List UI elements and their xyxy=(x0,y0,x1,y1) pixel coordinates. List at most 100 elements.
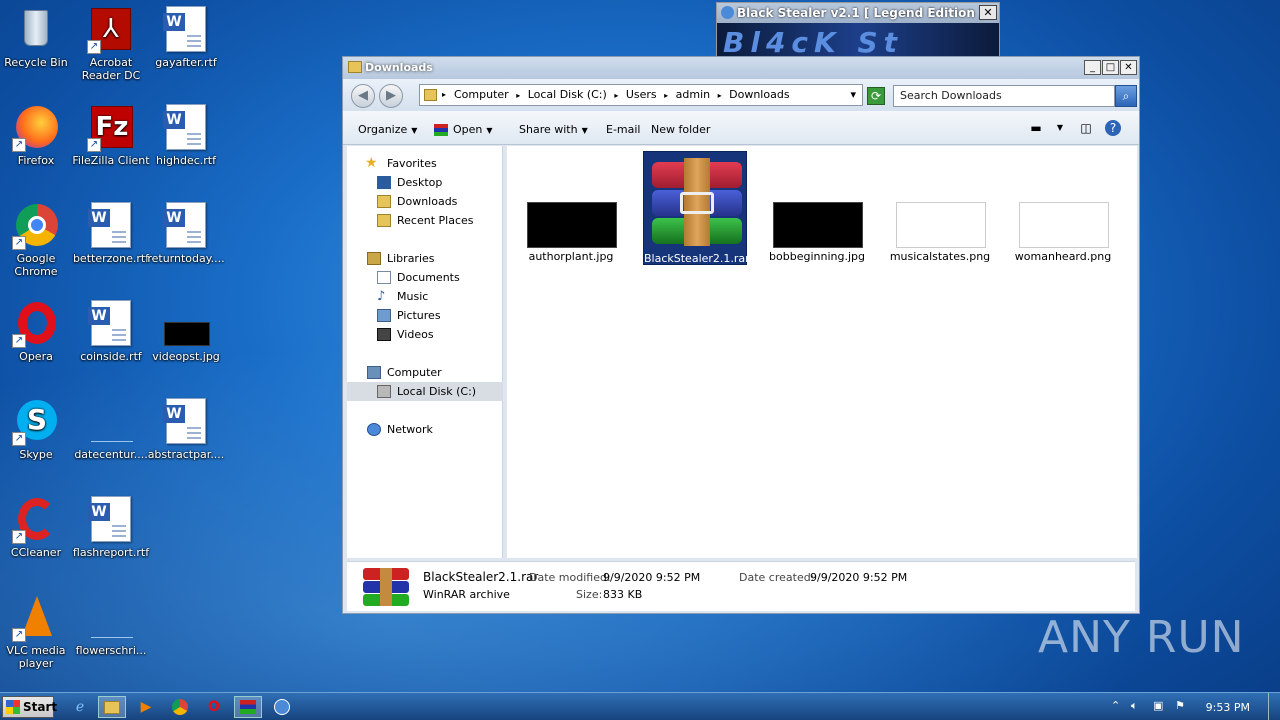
show-hidden-icons-icon[interactable]: ⌃ xyxy=(1111,699,1120,712)
preview-pane-icon[interactable]: ◫ xyxy=(1077,120,1095,136)
close-button[interactable]: ✕ xyxy=(1120,60,1137,75)
datecentur-icon[interactable]: datecentur.... xyxy=(71,398,151,461)
chevron-down-icon: ▼ xyxy=(411,126,418,135)
crumb-users[interactable]: Users xyxy=(626,88,657,101)
chevron-down-icon[interactable]: ▾ xyxy=(850,85,856,105)
volume-icon[interactable]: 🔈︎ xyxy=(1131,699,1138,713)
view-options-icon[interactable]: ▬ xyxy=(1027,120,1045,136)
show-desktop-button[interactable] xyxy=(1268,693,1280,720)
chevron-right-icon[interactable]: ▸ xyxy=(718,91,722,100)
nav-pictures-label: Pictures xyxy=(397,309,441,322)
file-item[interactable]: authorplant.jpg xyxy=(519,150,623,266)
chevron-right-icon[interactable]: ▸ xyxy=(614,91,618,100)
nav-music[interactable]: ♪ Music xyxy=(347,287,503,306)
nav-local-disk[interactable]: Local Disk (C:) xyxy=(347,382,503,401)
new-folder-button[interactable]: New folder xyxy=(651,123,710,136)
vlc-icon[interactable]: ↗ VLC media player xyxy=(0,594,76,670)
start-button[interactable]: Start xyxy=(2,696,57,718)
address-bar[interactable]: ▸ Computer ▸ Local Disk (C:) ▸ Users ▸ a… xyxy=(419,84,863,106)
opera-taskbar-icon[interactable]: O xyxy=(200,696,228,718)
minimize-button[interactable]: _ xyxy=(1084,60,1101,75)
search-icon[interactable]: ⌕ xyxy=(1115,85,1137,107)
size-value: 833 KB xyxy=(603,588,643,601)
flashreport-rtf-icon[interactable]: W flashreport.rtf xyxy=(71,496,151,559)
nav-network[interactable]: Network xyxy=(347,420,503,439)
nav-computer-label: Computer xyxy=(387,366,442,379)
chrome-icon[interactable]: ↗ Google Chrome xyxy=(0,202,76,278)
search-input[interactable]: Search Downloads xyxy=(893,85,1115,107)
black-stealer-titlebar[interactable]: Black Stealer v2.1 [ Legend Edition ] ✕ xyxy=(717,3,999,23)
network-tray-icon[interactable]: ▣ xyxy=(1153,699,1163,712)
returntoday-icon[interactable]: W returntoday.... xyxy=(146,202,226,265)
share-with-button[interactable]: Share with ▼ xyxy=(519,123,588,136)
crumb-computer[interactable]: Computer xyxy=(454,88,509,101)
address-row: ◀ ▶ ▸ Computer ▸ Local Disk (C:) ▸ Users… xyxy=(343,79,1139,111)
vlc-label: VLC media player xyxy=(6,644,66,670)
file-item[interactable]: bobbeginning.jpg xyxy=(765,150,869,266)
flowerschri-icon[interactable]: flowerschri... xyxy=(71,594,151,657)
file-item-selected[interactable]: BlackStealer2.1.rar xyxy=(643,151,750,265)
abstractpar-icon[interactable]: W abstractpar.... xyxy=(146,398,226,461)
nav-recent-places[interactable]: Recent Places xyxy=(347,211,503,230)
acrobat-reader-icon[interactable]: ⅄ ↗ Acrobat Reader DC xyxy=(71,6,151,82)
nav-computer[interactable]: Computer xyxy=(347,363,503,382)
winrar-icon xyxy=(434,124,448,136)
file-item[interactable]: musicalstates.png xyxy=(888,150,992,266)
explorer-taskbar-icon[interactable] xyxy=(98,696,126,718)
nav-documents[interactable]: Documents xyxy=(347,268,503,287)
chrome-taskbar-icon[interactable] xyxy=(166,696,194,718)
nav-downloads[interactable]: Downloads xyxy=(347,192,503,211)
betterzone-rtf-icon[interactable]: W betterzone.rtf xyxy=(71,202,151,265)
crumb-local-disk[interactable]: Local Disk (C:) xyxy=(528,88,607,101)
crumb-downloads[interactable]: Downloads xyxy=(729,88,789,101)
help-icon[interactable]: ? xyxy=(1105,120,1121,136)
media-player-icon[interactable]: ▶ xyxy=(132,696,160,718)
clock[interactable]: 9:53 PM xyxy=(1206,701,1250,714)
firefox-icon[interactable]: ↗ Firefox xyxy=(0,104,76,167)
chevron-down-icon[interactable]: ▼ xyxy=(1051,120,1069,136)
documents-icon xyxy=(377,271,391,284)
internet-explorer-icon[interactable]: ℯ xyxy=(66,696,94,718)
organize-button[interactable]: Organize ▼ xyxy=(358,123,417,136)
chevron-right-icon[interactable]: ▸ xyxy=(664,91,668,100)
nav-favorites[interactable]: ★ Favorites xyxy=(347,154,503,173)
nav-videos[interactable]: Videos xyxy=(347,325,503,344)
opera-label: Opera xyxy=(19,350,53,363)
chevron-right-icon: ▸ xyxy=(442,90,447,99)
black-stealer-taskbar-icon[interactable] xyxy=(268,696,296,718)
black-stealer-window[interactable]: Black Stealer v2.1 [ Legend Edition ] ✕ … xyxy=(716,2,1000,60)
filezilla-icon[interactable]: Fz ↗ FileZilla Client xyxy=(71,104,151,167)
maximize-button[interactable]: □ xyxy=(1102,60,1119,75)
file-list: authorplant.jpg BlackStealer2.1.rar bobb… xyxy=(507,146,1137,558)
crumb-admin[interactable]: admin xyxy=(676,88,710,101)
highdec-rtf-icon[interactable]: W highdec.rtf xyxy=(146,104,226,167)
chevron-right-icon[interactable]: ▸ xyxy=(516,91,520,100)
explorer-window[interactable]: Downloads _ □ ✕ ◀ ▶ ▸ Computer ▸ Local D… xyxy=(342,56,1140,614)
refresh-icon[interactable]: ⟳ xyxy=(867,87,885,105)
nav-desktop[interactable]: Desktop xyxy=(347,173,503,192)
skype-icon[interactable]: S ↗ Skype xyxy=(0,398,76,461)
nav-music-label: Music xyxy=(397,290,429,303)
opera-icon[interactable]: ↗ Opera xyxy=(0,300,76,363)
videopst-jpg-icon[interactable]: videopst.jpg xyxy=(146,300,226,363)
back-button[interactable]: ◀ xyxy=(351,84,375,108)
firefox-label: Firefox xyxy=(17,154,55,167)
explorer-titlebar[interactable]: Downloads _ □ ✕ xyxy=(343,57,1139,79)
ccleaner-icon[interactable]: ↗ CCleaner xyxy=(0,496,76,559)
action-center-flag-icon[interactable]: ⚑ xyxy=(1175,699,1185,712)
coinside-rtf-icon[interactable]: W coinside.rtf xyxy=(71,300,151,363)
recycle-bin-icon[interactable]: Recycle Bin xyxy=(0,6,76,69)
nav-pictures[interactable]: Pictures xyxy=(347,306,503,325)
desktop-icon xyxy=(377,176,391,189)
open-button[interactable]: Open ▼ xyxy=(434,123,493,136)
forward-button[interactable]: ▶ xyxy=(379,84,403,108)
open-label: Open xyxy=(453,123,483,136)
winrar-taskbar-icon[interactable] xyxy=(234,696,262,718)
chevron-down-icon: ▼ xyxy=(581,126,588,135)
email-button[interactable]: E-mail xyxy=(606,123,641,136)
black-stealer-close-button[interactable]: ✕ xyxy=(979,5,997,20)
file-item[interactable]: womanheard.png xyxy=(1011,150,1115,266)
nav-favorites-label: Favorites xyxy=(387,157,437,170)
nav-libraries[interactable]: Libraries xyxy=(347,249,503,268)
gayafter-rtf-icon[interactable]: W gayafter.rtf xyxy=(146,6,226,69)
